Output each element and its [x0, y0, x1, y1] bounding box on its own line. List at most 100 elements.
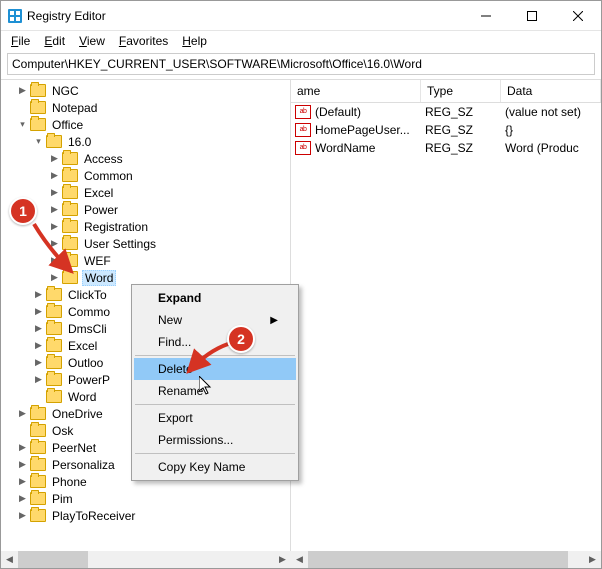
menu-edit[interactable]: Edit — [38, 32, 71, 50]
chevron-right-icon[interactable]: ▶ — [33, 357, 44, 368]
folder-icon — [62, 186, 78, 199]
folder-icon — [30, 509, 46, 522]
folder-icon — [46, 305, 62, 318]
tree-node[interactable]: ▾ Office — [17, 116, 290, 133]
ctx-new-label: New — [158, 313, 182, 327]
cursor-icon — [199, 376, 213, 396]
folder-icon — [30, 101, 46, 114]
chevron-right-icon[interactable]: ▶ — [17, 510, 28, 521]
minimize-button[interactable] — [463, 1, 509, 31]
tree-label: Phone — [50, 475, 89, 489]
tree-node[interactable]: ▶Excel — [49, 184, 290, 201]
scroll-left-icon[interactable]: ◀ — [291, 551, 308, 568]
tree-node[interactable]: ▶ Pim — [17, 490, 290, 507]
chevron-right-icon[interactable]: ▶ — [17, 442, 28, 453]
ctx-copy-key-name[interactable]: Copy Key Name — [134, 456, 296, 478]
chevron-down-icon[interactable]: ▾ — [33, 136, 44, 147]
tree-node[interactable]: ▶PlayToReceiver — [17, 507, 290, 524]
chevron-right-icon: ▶ — [270, 315, 278, 326]
tree-node[interactable]: ▶Registration — [49, 218, 290, 235]
folder-icon — [30, 84, 46, 97]
col-data[interactable]: Data — [501, 80, 601, 102]
chevron-right-icon[interactable]: ▶ — [17, 493, 28, 504]
tree-label: Office — [50, 118, 85, 132]
tree-label: Personaliza — [50, 458, 117, 472]
cell-data: {} — [505, 123, 601, 137]
chevron-right-icon[interactable]: ▶ — [17, 476, 28, 487]
tree-label: PowerP — [66, 373, 112, 387]
tree-label: Notepad — [50, 101, 99, 115]
folder-icon — [30, 441, 46, 454]
list-row[interactable]: abHomePageUser...REG_SZ{} — [291, 121, 601, 139]
chevron-right-icon[interactable]: ▶ — [17, 408, 28, 419]
folder-icon — [46, 135, 62, 148]
folder-icon — [62, 152, 78, 165]
tree-label: DmsCli — [66, 322, 109, 336]
tree-label: Pim — [50, 492, 75, 506]
ctx-new[interactable]: New ▶ — [134, 309, 296, 331]
menu-view[interactable]: View — [73, 32, 111, 50]
tree-node[interactable]: ▶WEF — [49, 252, 290, 269]
col-type[interactable]: Type — [421, 80, 501, 102]
chevron-right-icon[interactable]: ▶ — [17, 459, 28, 470]
values-pane[interactable]: ame Type Data ab(Default)REG_SZ(value no… — [291, 80, 601, 568]
ctx-export[interactable]: Export — [134, 407, 296, 429]
close-button[interactable] — [555, 1, 601, 31]
folder-icon — [46, 356, 62, 369]
tree-node[interactable]: ▶ NGC — [17, 82, 290, 99]
tree-label: OneDrive — [50, 407, 105, 421]
hscrollbar-list[interactable]: ◀▶ — [291, 551, 601, 568]
cell-name: HomePageUser... — [315, 123, 425, 137]
menu-file[interactable]: File — [5, 32, 36, 50]
folder-icon — [30, 458, 46, 471]
folder-icon — [62, 203, 78, 216]
tree-label: Commo — [66, 305, 112, 319]
chevron-right-icon[interactable]: ▶ — [33, 340, 44, 351]
scroll-left-icon[interactable]: ◀ — [1, 551, 18, 568]
ctx-permissions[interactable]: Permissions... — [134, 429, 296, 451]
list-header: ame Type Data — [291, 80, 601, 103]
list-row[interactable]: abWordNameREG_SZWord (Produc — [291, 139, 601, 157]
hscrollbar-tree[interactable]: ◀▶ — [1, 551, 291, 568]
tree-label: 16.0 — [66, 135, 93, 149]
chevron-right-icon[interactable]: ▶ — [49, 170, 60, 181]
folder-icon — [46, 339, 62, 352]
chevron-right-icon[interactable]: ▶ — [49, 187, 60, 198]
chevron-right-icon[interactable]: ▶ — [17, 85, 28, 96]
folder-icon — [62, 169, 78, 182]
tree-node[interactable]: ▶Common — [49, 167, 290, 184]
menu-help[interactable]: Help — [176, 32, 213, 50]
folder-icon — [46, 373, 62, 386]
maximize-button[interactable] — [509, 1, 555, 31]
chevron-right-icon[interactable]: ▶ — [49, 153, 60, 164]
menu-favorites[interactable]: Favorites — [113, 32, 174, 50]
address-bar[interactable]: Computer\HKEY_CURRENT_USER\SOFTWARE\Micr… — [7, 53, 595, 75]
tree-node[interactable]: ▶User Settings — [49, 235, 290, 252]
cell-type: REG_SZ — [425, 105, 505, 119]
tree-node[interactable]: ▶Power — [49, 201, 290, 218]
separator — [135, 404, 295, 405]
chevron-right-icon[interactable]: ▶ — [33, 323, 44, 334]
list-row[interactable]: ab(Default)REG_SZ(value not set) — [291, 103, 601, 121]
tree-node[interactable]: ▾ 16.0 — [33, 133, 290, 150]
ctx-expand[interactable]: Expand — [134, 287, 296, 309]
col-name[interactable]: ame — [291, 80, 421, 102]
tree-node[interactable]: Notepad — [17, 99, 290, 116]
tree-label: Word — [66, 390, 98, 404]
cell-data: (value not set) — [505, 105, 601, 119]
tree-label: Outloo — [66, 356, 105, 370]
chevron-right-icon[interactable]: ▶ — [33, 306, 44, 317]
chevron-right-icon[interactable]: ▶ — [33, 374, 44, 385]
window-title: Registry Editor — [23, 9, 463, 23]
chevron-down-icon[interactable]: ▾ — [17, 119, 28, 130]
chevron-right-icon[interactable]: ▶ — [49, 204, 60, 215]
ctx-rename[interactable]: Rename — [134, 380, 296, 402]
folder-icon — [46, 390, 62, 403]
tree-node[interactable]: ▶Access — [49, 150, 290, 167]
scroll-right-icon[interactable]: ▶ — [274, 551, 291, 568]
tree-label: WEF — [82, 254, 113, 268]
scroll-right-icon[interactable]: ▶ — [584, 551, 601, 568]
chevron-right-icon[interactable]: ▶ — [33, 289, 44, 300]
folder-icon — [30, 475, 46, 488]
tree-label: NGC — [50, 84, 81, 98]
